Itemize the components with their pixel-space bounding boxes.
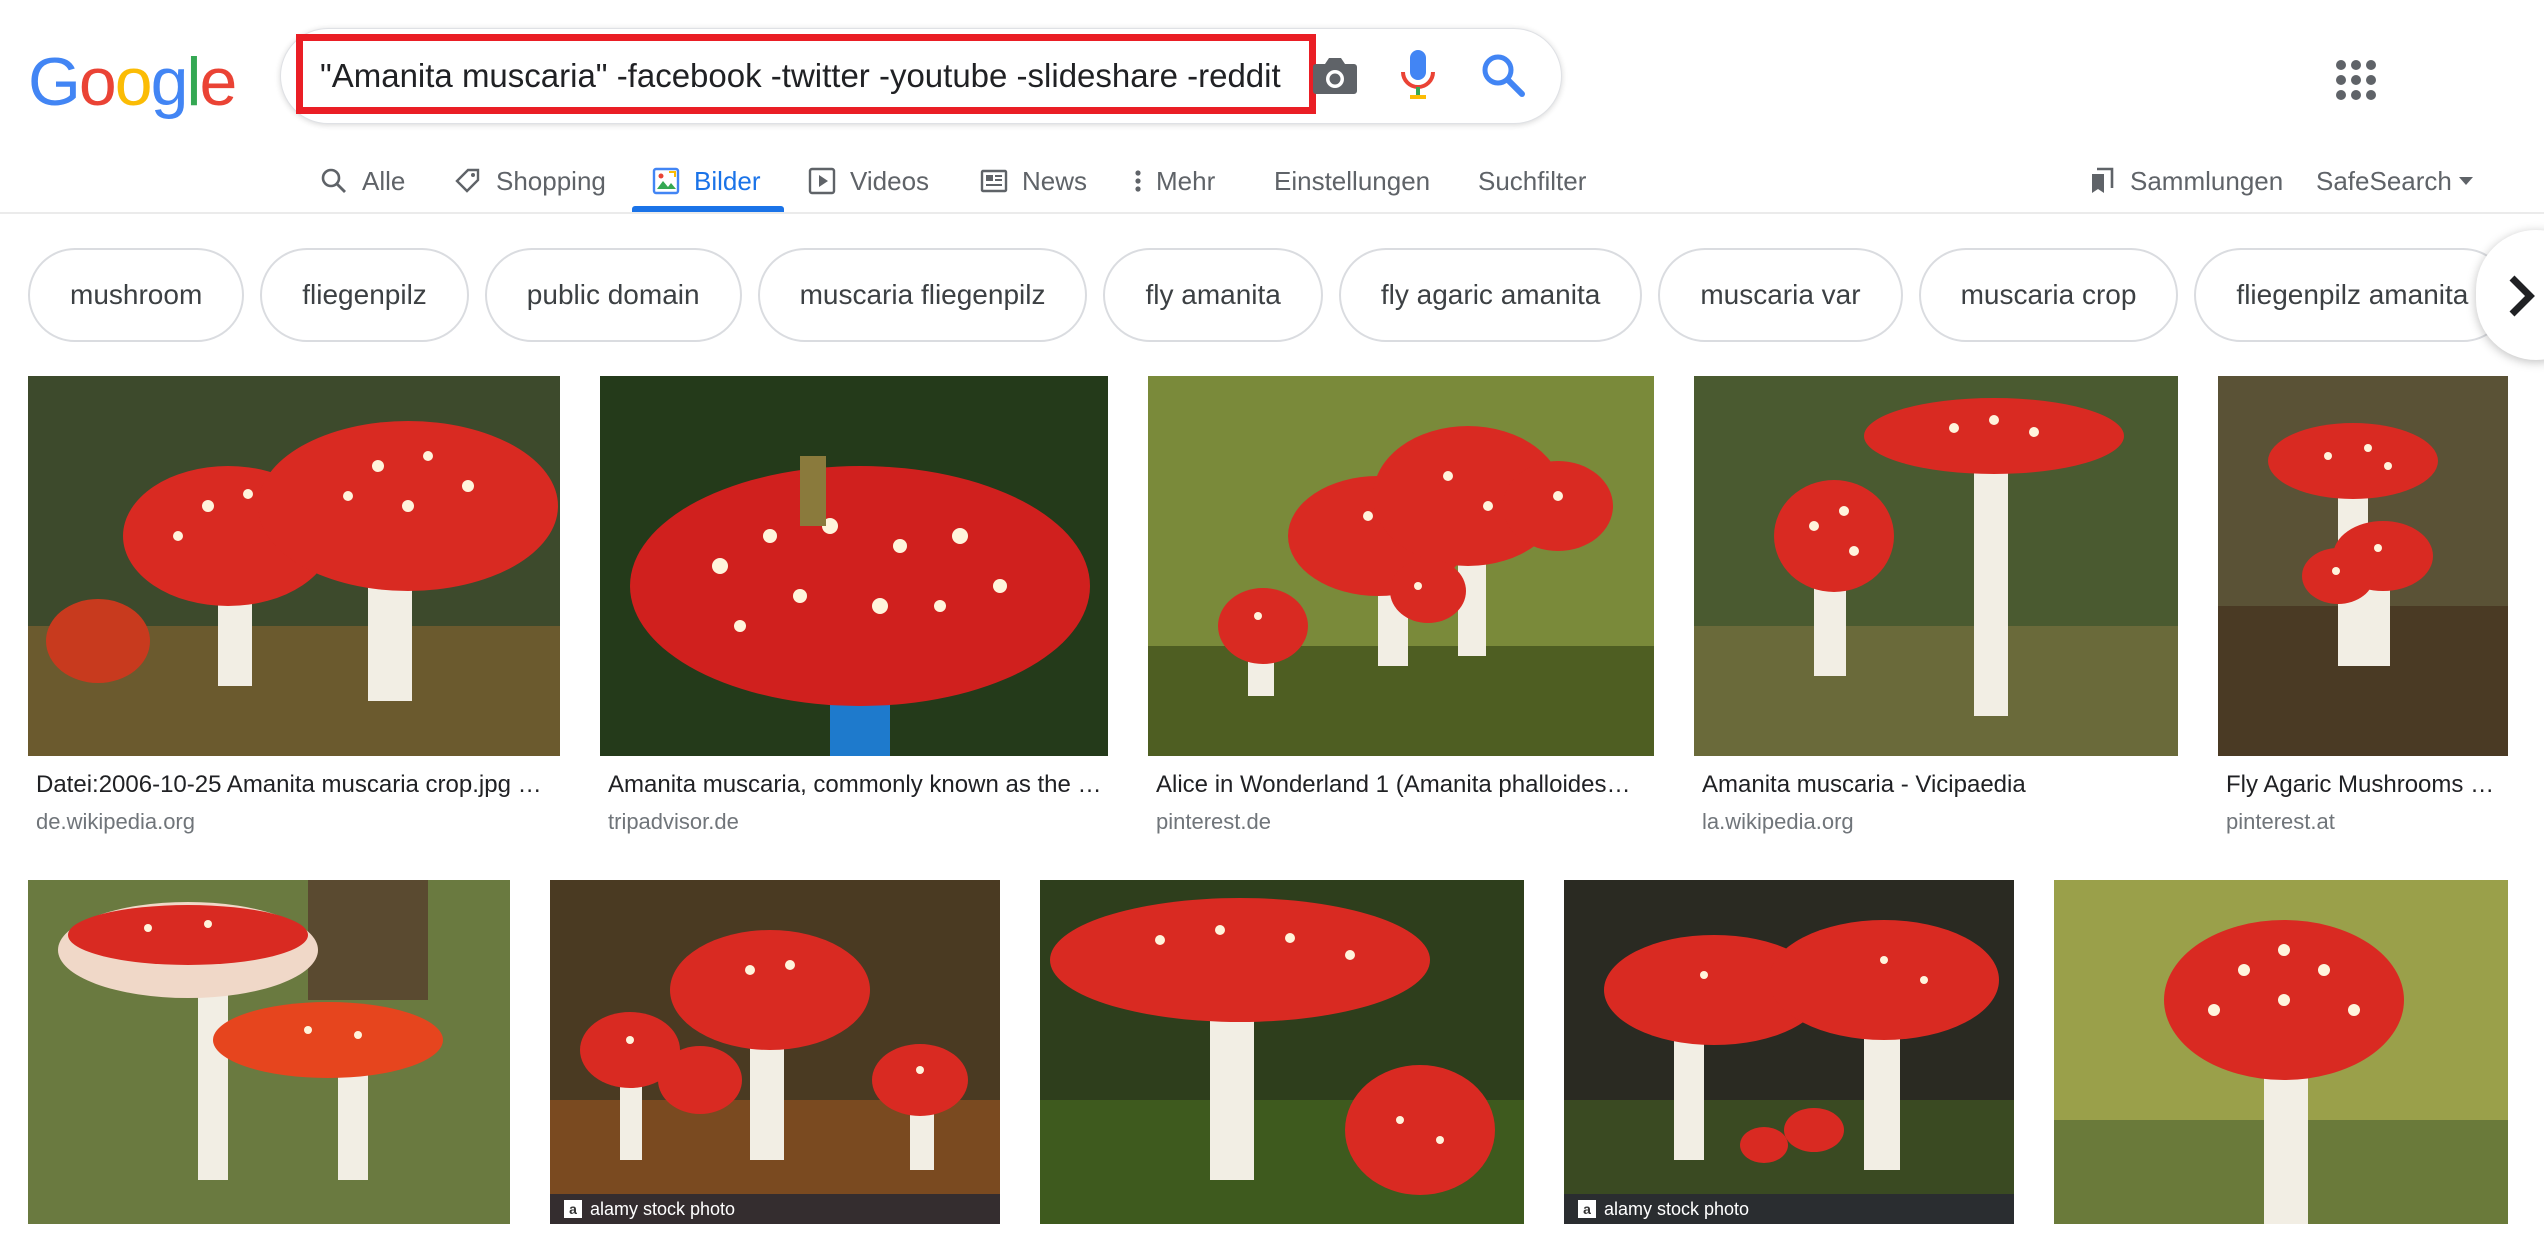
chevron-right-icon <box>2509 275 2535 317</box>
search-icon[interactable] <box>1478 50 1528 100</box>
search-tabs: Alle Shopping Bilder Videos News Mehr Ei… <box>0 150 2544 212</box>
logo-letter: g <box>150 44 189 120</box>
logo-letter: l <box>186 44 201 120</box>
result-source[interactable]: de.wikipedia.org <box>36 808 195 836</box>
logo-letter: e <box>199 44 238 120</box>
related-searches-chips: mushroom fliegenpilz public domain musca… <box>28 248 2528 344</box>
mushroom-photo <box>600 376 1108 756</box>
result-source[interactable]: tripadvisor.de <box>608 808 739 836</box>
result-thumbnail[interactable]: a alamy stock photo <box>550 880 1000 1224</box>
watermark: a alamy stock photo <box>1564 1194 2014 1224</box>
mushroom-photo <box>550 880 1000 1224</box>
image-icon <box>652 167 680 195</box>
tab-mehr[interactable]: Mehr <box>1132 150 1215 212</box>
result-title[interactable]: Alice in Wonderland 1 (Amanita phalloide… <box>1156 770 1650 800</box>
tab-news[interactable]: News <box>980 150 1087 212</box>
logo-letter: o <box>114 44 153 120</box>
header-divider <box>0 212 2544 214</box>
mushroom-photo <box>1564 880 2014 1224</box>
mushroom-photo <box>1148 376 1654 756</box>
chip-fly-amanita[interactable]: fly amanita <box>1103 248 1323 342</box>
collections-link[interactable]: Sammlungen <box>2088 150 2283 212</box>
chip-muscaria-var[interactable]: muscaria var <box>1658 248 1903 342</box>
result-thumbnail[interactable] <box>2054 880 2508 1224</box>
tab-videos[interactable]: Videos <box>808 150 929 212</box>
settings-link[interactable]: Einstellungen <box>1274 150 1430 212</box>
google-logo[interactable]: Google <box>28 40 238 120</box>
chip-muscaria-fliegenpilz[interactable]: muscaria fliegenpilz <box>757 248 1088 342</box>
search-tools-link[interactable]: Suchfilter <box>1478 150 1586 212</box>
tab-bilder[interactable]: Bilder <box>652 150 760 212</box>
safesearch-dropdown[interactable]: SafeSearch <box>2316 150 2474 212</box>
play-icon <box>808 167 836 195</box>
result-thumbnail[interactable] <box>1040 880 1524 1224</box>
tab-alle[interactable]: Alle <box>320 150 405 212</box>
tab-shopping[interactable]: Shopping <box>454 150 606 212</box>
mushroom-photo <box>1694 376 2178 756</box>
more-vert-icon <box>1135 170 1141 192</box>
result-thumbnail[interactable]: a alamy stock photo <box>1564 880 2014 1224</box>
caret-down-icon <box>2458 177 2473 185</box>
result-thumbnail[interactable] <box>28 376 560 756</box>
result-source[interactable]: la.wikipedia.org <box>1702 808 1854 836</box>
chip-public-domain[interactable]: public domain <box>484 248 742 342</box>
result-title[interactable]: Amanita muscaria - Vicipaedia <box>1702 770 2174 800</box>
watermark: a alamy stock photo <box>550 1194 1000 1224</box>
search-query-highlight <box>296 34 1316 114</box>
chip-fliegenpilz[interactable]: fliegenpilz <box>260 248 469 342</box>
tag-icon <box>455 168 480 193</box>
chip-muscaria-crop[interactable]: muscaria crop <box>1918 248 2179 342</box>
logo-letter: G <box>28 44 81 120</box>
chip-fly-agaric-amanita[interactable]: fly agaric amanita <box>1338 248 1643 342</box>
mushroom-photo <box>2054 880 2508 1224</box>
chip-fliegenpilz-amanita[interactable]: fliegenpilz amanita <box>2194 248 2511 342</box>
mushroom-photo <box>1040 880 1524 1224</box>
result-source[interactable]: pinterest.at <box>2226 808 2335 836</box>
result-title[interactable]: Datei:2006-10-25 Amanita muscaria crop.j… <box>36 770 556 800</box>
result-thumbnail[interactable] <box>2218 376 2508 756</box>
result-source[interactable]: pinterest.de <box>1156 808 1271 836</box>
search-icon <box>321 168 346 193</box>
mushroom-photo <box>28 880 510 1224</box>
chip-mushroom[interactable]: mushroom <box>28 248 245 342</box>
result-thumbnail[interactable] <box>1694 376 2178 756</box>
apps-grid-icon[interactable] <box>2336 60 2376 100</box>
result-thumbnail[interactable] <box>1148 376 1654 756</box>
result-title[interactable]: Amanita muscaria, commonly known as the … <box>608 770 1102 800</box>
camera-icon[interactable] <box>1310 52 1360 98</box>
result-thumbnail[interactable] <box>28 880 510 1224</box>
mushroom-photo <box>28 376 560 756</box>
logo-letter: o <box>78 44 117 120</box>
microphone-icon[interactable] <box>1398 48 1438 102</box>
mushroom-photo <box>2218 376 2508 756</box>
newspaper-icon <box>980 169 1008 193</box>
bookmark-icon <box>2092 167 2114 193</box>
result-title[interactable]: Fly Agaric Mushrooms … <box>2226 770 2502 800</box>
result-thumbnail[interactable] <box>600 376 1108 756</box>
